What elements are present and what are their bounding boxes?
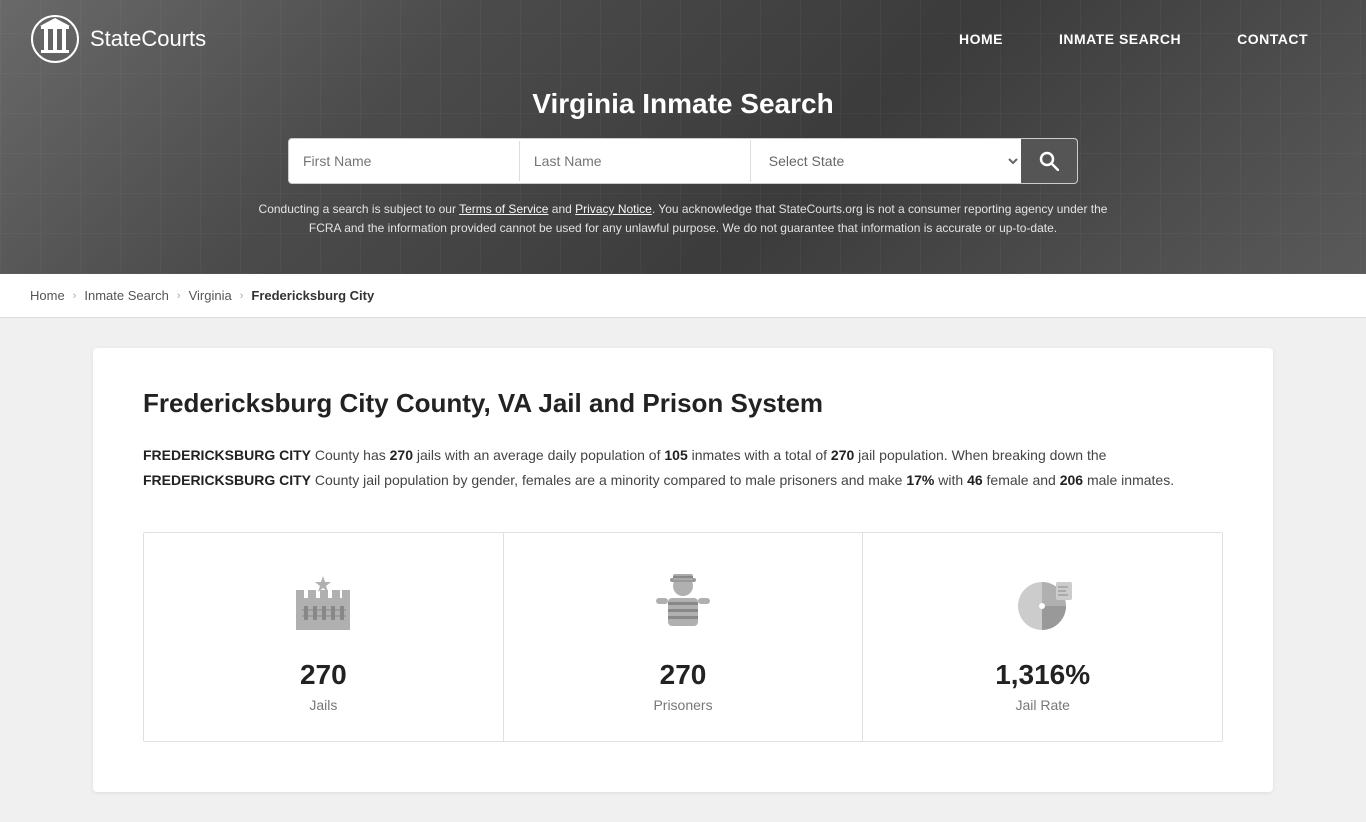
logo-icon bbox=[30, 14, 80, 64]
stat-prisoners: 270 Prisoners bbox=[504, 533, 864, 741]
jail-rate-number: 1,316% bbox=[995, 659, 1090, 691]
logo-link[interactable]: StateCourts bbox=[30, 14, 206, 64]
nav-home[interactable]: HOME bbox=[931, 0, 1031, 78]
jail-rate-label: Jail Rate bbox=[1015, 697, 1069, 713]
male-count-inline: 206 bbox=[1060, 472, 1083, 488]
content-description: FREDERICKSBURG CITY County has 270 jails… bbox=[143, 443, 1223, 492]
stat-jail-rate: 1,316% Jail Rate bbox=[863, 533, 1222, 741]
jails-count-inline: 270 bbox=[390, 447, 413, 463]
breadcrumb-sep-1: › bbox=[73, 290, 77, 302]
breadcrumb-sep-2: › bbox=[177, 290, 181, 302]
nav-contact[interactable]: CONTACT bbox=[1209, 0, 1336, 78]
avg-pop-inline: 105 bbox=[664, 447, 687, 463]
stats-row: 270 Jails bbox=[143, 532, 1223, 742]
hero-section: StateCourts HOME INMATE SEARCH CONTACT V… bbox=[0, 0, 1366, 274]
jails-label: Jails bbox=[309, 697, 337, 713]
hero-content: Virginia Inmate Search Select State Virg… bbox=[0, 78, 1366, 274]
search-button[interactable] bbox=[1021, 139, 1077, 183]
breadcrumb-home[interactable]: Home bbox=[30, 288, 65, 303]
state-select[interactable]: Select State Virginia California Texas F… bbox=[750, 140, 1021, 182]
jails-number: 270 bbox=[300, 659, 347, 691]
county-name-2: FREDERICKSBURG CITY bbox=[143, 472, 311, 488]
jail-rate-icon bbox=[1003, 563, 1083, 643]
nav-links: HOME INMATE SEARCH CONTACT bbox=[931, 0, 1336, 78]
stat-jails: 270 Jails bbox=[144, 533, 504, 741]
breadcrumb-virginia[interactable]: Virginia bbox=[189, 288, 232, 303]
content-title: Fredericksburg City County, VA Jail and … bbox=[143, 388, 1223, 419]
content-card: Fredericksburg City County, VA Jail and … bbox=[93, 348, 1273, 792]
search-bar: Select State Virginia California Texas F… bbox=[288, 138, 1078, 184]
first-name-input[interactable] bbox=[289, 141, 520, 181]
total-pop-inline: 270 bbox=[831, 447, 854, 463]
breadcrumb: Home › Inmate Search › Virginia › Freder… bbox=[0, 274, 1366, 318]
main-content: Fredericksburg City County, VA Jail and … bbox=[0, 318, 1366, 822]
nav-inmate-search[interactable]: INMATE SEARCH bbox=[1031, 0, 1209, 78]
female-count-inline: 46 bbox=[967, 472, 983, 488]
privacy-link[interactable]: Privacy Notice bbox=[575, 202, 652, 216]
hero-title: Virginia Inmate Search bbox=[0, 88, 1366, 120]
female-pct-inline: 17% bbox=[906, 472, 934, 488]
navbar: StateCourts HOME INMATE SEARCH CONTACT bbox=[0, 0, 1366, 78]
jails-icon bbox=[283, 563, 363, 643]
prisoners-icon bbox=[643, 563, 723, 643]
terms-link[interactable]: Terms of Service bbox=[459, 202, 548, 216]
breadcrumb-inmate-search[interactable]: Inmate Search bbox=[84, 288, 169, 303]
last-name-input[interactable] bbox=[520, 141, 750, 181]
prisoners-label: Prisoners bbox=[653, 697, 712, 713]
search-icon bbox=[1039, 151, 1059, 171]
breadcrumb-sep-3: › bbox=[240, 290, 244, 302]
breadcrumb-current: Fredericksburg City bbox=[251, 288, 374, 303]
logo-text: StateCourts bbox=[90, 26, 206, 52]
prisoners-number: 270 bbox=[660, 659, 707, 691]
hero-disclaimer: Conducting a search is subject to our Te… bbox=[233, 200, 1133, 254]
county-name-1: FREDERICKSBURG CITY bbox=[143, 447, 311, 463]
